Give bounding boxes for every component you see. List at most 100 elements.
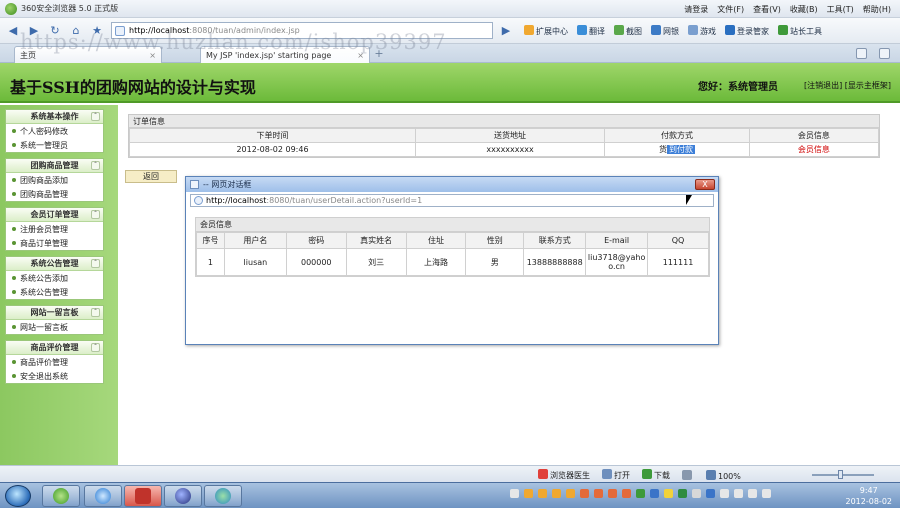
sidebar: 系统基本操作 ˆ 个人密码修改 系统一管理员 团购商品管理 ˆ 团购商品添加 团购商… bbox=[0, 105, 118, 465]
tray-icon[interactable] bbox=[748, 489, 757, 498]
close-icon[interactable]: × bbox=[149, 51, 156, 60]
tray-icon[interactable] bbox=[608, 489, 617, 498]
sidebar-item-change-password[interactable]: 个人密码修改 bbox=[6, 124, 103, 138]
header-links[interactable]: [注销退出] [显示主框架] bbox=[804, 80, 891, 91]
forward-arrow-icon[interactable]: ▶ bbox=[26, 23, 42, 39]
sidebar-group-title[interactable]: 会员订单管理 ˆ bbox=[6, 208, 103, 222]
collapse-icon[interactable]: ˆ bbox=[91, 343, 100, 352]
tray-icon[interactable] bbox=[692, 489, 701, 498]
tray-icon[interactable] bbox=[552, 489, 561, 498]
toolbar-games[interactable]: 游戏 bbox=[688, 24, 716, 37]
tab-bar: 主页 × My JSP 'index.jsp' starting page × … bbox=[0, 44, 900, 63]
sidebar-item-orders[interactable]: 商品订单管理 bbox=[6, 236, 103, 250]
taskbar-ie[interactable] bbox=[84, 485, 122, 507]
bullet-icon bbox=[12, 143, 16, 147]
selected-text: 到付款 bbox=[666, 145, 695, 154]
tray-icon[interactable] bbox=[510, 489, 519, 498]
tray-icon[interactable] bbox=[580, 489, 589, 498]
status-download[interactable]: 下载 bbox=[642, 469, 670, 481]
taskbar-clock[interactable]: 9:47 2012-08-02 bbox=[846, 485, 893, 507]
status-open[interactable]: 打开 bbox=[602, 469, 630, 481]
order-time: 2012-08-02 09:46 bbox=[129, 142, 416, 157]
tray-icon[interactable] bbox=[594, 489, 603, 498]
tray-icon[interactable] bbox=[566, 489, 575, 498]
sidebar-group-title[interactable]: 系统基本操作 ˆ bbox=[6, 110, 103, 124]
collapse-icon[interactable]: ˆ bbox=[91, 308, 100, 317]
toolbar-translate[interactable]: 翻译 bbox=[577, 24, 605, 37]
taskbar-360-browser[interactable] bbox=[42, 485, 80, 507]
collapse-icon[interactable]: ˆ bbox=[91, 259, 100, 268]
toolbar-extensions[interactable]: 扩展中心 bbox=[524, 24, 568, 37]
zoom-slider[interactable] bbox=[812, 474, 874, 476]
tray-icon[interactable] bbox=[706, 489, 715, 498]
sidebar-item-add-notice[interactable]: 系统公告添加 bbox=[6, 271, 103, 285]
menu-login[interactable]: 请登录 bbox=[684, 4, 708, 15]
sidebar-item-reviews[interactable]: 商品评价管理 bbox=[6, 355, 103, 369]
menu-help[interactable]: 帮助(H) bbox=[863, 4, 891, 15]
tray-icon[interactable] bbox=[650, 489, 659, 498]
address-bar[interactable]: http://localhost :8080/tuan/admin/index.… bbox=[111, 22, 493, 39]
zoom-slider-handle[interactable] bbox=[838, 470, 843, 479]
order-caption: 订单信息 bbox=[129, 115, 879, 128]
sidebar-group-title[interactable]: 网站一留言板 ˆ bbox=[6, 306, 103, 320]
member-username: liusan bbox=[223, 248, 287, 276]
menu-favorites[interactable]: 收藏(B) bbox=[790, 4, 818, 15]
back-button[interactable]: 返回 bbox=[125, 170, 177, 183]
sidebar-item-logout[interactable]: 安全退出系统 bbox=[6, 369, 103, 383]
tray-icon[interactable] bbox=[622, 489, 631, 498]
trash-icon[interactable] bbox=[879, 48, 890, 59]
collapse-icon[interactable]: ˆ bbox=[91, 161, 100, 170]
toolbar-bank[interactable]: 网银 bbox=[651, 24, 679, 37]
status-doctor[interactable]: 浏览器医生 bbox=[538, 469, 590, 481]
new-tab-icon[interactable]: + bbox=[372, 48, 386, 61]
toolbar-screenshot[interactable]: 截图 bbox=[614, 24, 642, 37]
favorite-star-icon[interactable]: ★ bbox=[89, 23, 105, 39]
dialog-titlebar[interactable]: -- 网页对话框 bbox=[186, 177, 718, 192]
toolbar-login-manager[interactable]: 登录管家 bbox=[725, 24, 769, 37]
back-arrow-icon[interactable]: ◀ bbox=[5, 23, 21, 39]
tray-icon[interactable] bbox=[720, 489, 729, 498]
tray-icon[interactable] bbox=[678, 489, 687, 498]
collapse-icon[interactable]: ˆ bbox=[91, 210, 100, 219]
tray-icon[interactable] bbox=[664, 489, 673, 498]
sidebar-group-title[interactable]: 系统公告管理 ˆ bbox=[6, 257, 103, 271]
sidebar-item-manage-products[interactable]: 团购商品管理 bbox=[6, 187, 103, 201]
dialog-url-path: :8080/tuan/userDetail.action?userId=1 bbox=[266, 196, 423, 205]
tab-index-jsp[interactable]: My JSP 'index.jsp' starting page × bbox=[200, 46, 370, 63]
restore-tab-icon[interactable] bbox=[856, 48, 867, 59]
taskbar-app-globe[interactable] bbox=[204, 485, 242, 507]
sidebar-group-title[interactable]: 商品评价管理 ˆ bbox=[6, 341, 103, 355]
sidebar-group-title[interactable]: 团购商品管理 ˆ bbox=[6, 159, 103, 173]
menu-file[interactable]: 文件(F) bbox=[717, 4, 744, 15]
tray-icon[interactable] bbox=[524, 489, 533, 498]
translate-icon bbox=[577, 24, 587, 35]
refresh-icon[interactable]: ↻ bbox=[47, 23, 63, 39]
status-speaker[interactable] bbox=[682, 469, 694, 481]
taskbar-app-red[interactable] bbox=[124, 485, 162, 507]
go-arrow-icon[interactable]: ▶ bbox=[498, 23, 514, 39]
sidebar-item-message-board[interactable]: 网站一留言板 bbox=[6, 320, 103, 334]
dialog-close-button[interactable]: X bbox=[695, 179, 715, 190]
sidebar-item-manage-notices[interactable]: 系统公告管理 bbox=[6, 285, 103, 299]
home-icon[interactable]: ⌂ bbox=[68, 23, 84, 39]
menu-tools[interactable]: 工具(T) bbox=[827, 4, 854, 15]
menu-view[interactable]: 查看(V) bbox=[753, 4, 781, 15]
collapse-icon[interactable]: ˆ bbox=[91, 112, 100, 121]
tray-icon[interactable] bbox=[636, 489, 645, 498]
taskbar-app-sphere[interactable] bbox=[164, 485, 202, 507]
toolbar-webmaster[interactable]: 站长工具 bbox=[778, 24, 822, 37]
speaker-icon[interactable] bbox=[762, 489, 771, 498]
tray-icon[interactable] bbox=[538, 489, 547, 498]
order-member-link[interactable]: 会员信息 bbox=[748, 142, 880, 157]
close-icon[interactable]: × bbox=[357, 51, 364, 60]
start-button[interactable] bbox=[5, 485, 31, 507]
sidebar-item-members[interactable]: 注册会员管理 bbox=[6, 222, 103, 236]
status-zoom[interactable]: 100% bbox=[706, 469, 741, 481]
sidebar-item-admin[interactable]: 系统一管理员 bbox=[6, 138, 103, 152]
order-payment: 货到付款 bbox=[604, 142, 750, 157]
tray-icon[interactable] bbox=[734, 489, 743, 498]
sidebar-item-add-product[interactable]: 团购商品添加 bbox=[6, 173, 103, 187]
dialog-title: -- 网页对话框 bbox=[203, 180, 252, 189]
table-row: 2012-08-02 09:46 xxxxxxxxxx 货到付款 会员信息 bbox=[129, 142, 880, 157]
tab-home[interactable]: 主页 × bbox=[14, 46, 162, 63]
